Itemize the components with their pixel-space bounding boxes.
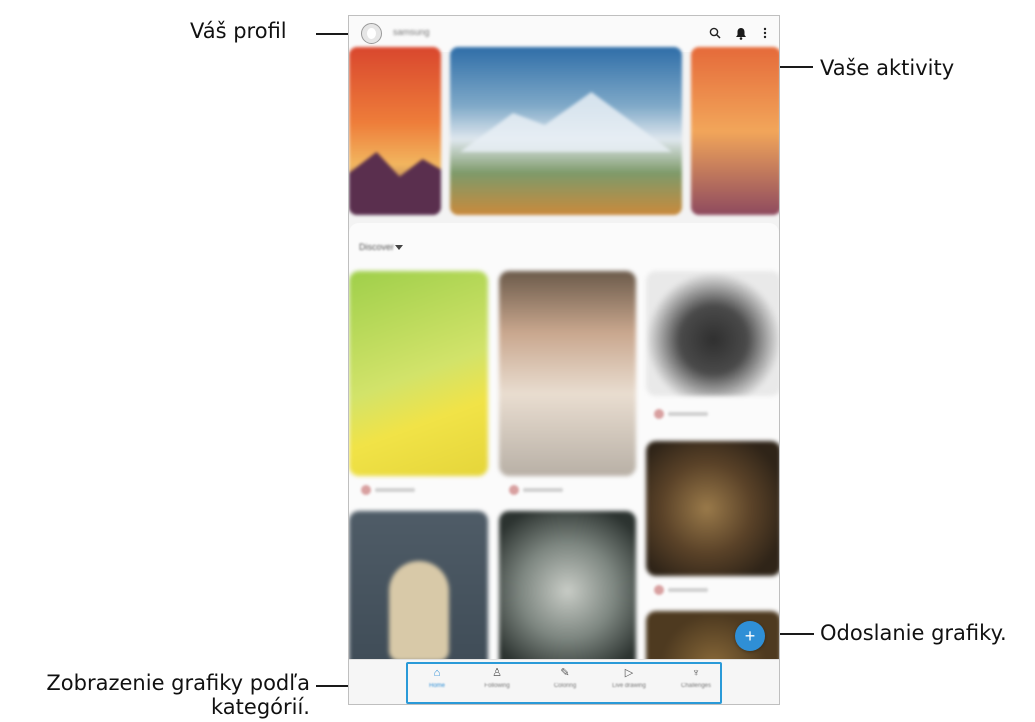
callout-activities: Vaše aktivity bbox=[820, 56, 955, 80]
nav-highlight-box bbox=[406, 662, 722, 704]
featured-banner-2[interactable] bbox=[450, 47, 682, 215]
artwork-meta bbox=[654, 409, 734, 419]
artwork-tile[interactable] bbox=[646, 271, 779, 396]
upload-fab[interactable]: + bbox=[735, 621, 765, 651]
chevron-down-icon[interactable] bbox=[395, 245, 403, 250]
artwork-meta bbox=[361, 485, 441, 495]
callout-categories-1: Zobrazenie grafiky podľa bbox=[46, 671, 310, 695]
artwork-tile[interactable] bbox=[349, 271, 488, 476]
featured-banner-1[interactable] bbox=[349, 47, 441, 215]
discover-feed: Discover bbox=[349, 223, 779, 681]
discover-dropdown[interactable]: Discover bbox=[359, 242, 394, 252]
callout-categories-2: kategórií. bbox=[211, 695, 310, 719]
avatar[interactable] bbox=[361, 23, 382, 44]
featured-banner-3[interactable] bbox=[691, 47, 779, 215]
artwork-tile[interactable] bbox=[499, 271, 636, 476]
more-vert-icon[interactable] bbox=[757, 24, 773, 42]
artwork-meta bbox=[654, 585, 734, 595]
callout-upload: Odoslanie grafiky. bbox=[820, 621, 1007, 645]
artwork-meta bbox=[509, 485, 589, 495]
artwork-tile[interactable] bbox=[646, 441, 779, 576]
username-label: samsung bbox=[393, 27, 430, 37]
search-icon[interactable] bbox=[707, 24, 723, 42]
bell-icon[interactable] bbox=[733, 24, 749, 42]
callout-profile: Váš profil bbox=[190, 19, 287, 43]
device-screen: samsung Discover + ⌂ Home ♙ Following ✎ … bbox=[348, 15, 780, 705]
artwork-tile[interactable] bbox=[499, 511, 636, 671]
artwork-tile[interactable] bbox=[349, 511, 488, 681]
